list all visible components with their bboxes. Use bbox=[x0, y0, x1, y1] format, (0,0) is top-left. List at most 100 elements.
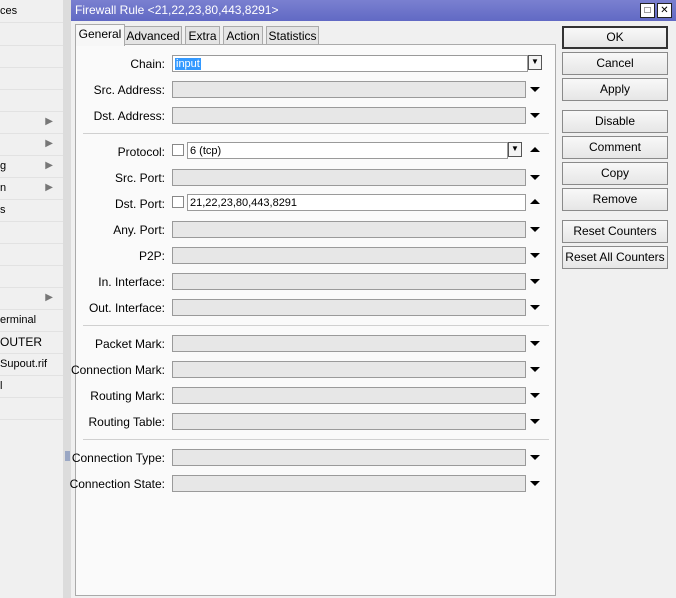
dst-port-label: Dst. Port: bbox=[114, 197, 165, 211]
sidebar-item[interactable] bbox=[0, 221, 63, 244]
protocol-negate-checkbox[interactable] bbox=[172, 144, 184, 156]
title-bar[interactable]: Firewall Rule <21,22,23,80,443,8291> □ ✕ bbox=[71, 0, 676, 21]
expand-down-icon[interactable] bbox=[530, 253, 540, 258]
p2p-field[interactable] bbox=[172, 247, 526, 264]
expand-down-icon[interactable] bbox=[530, 341, 540, 346]
connection-type-field[interactable] bbox=[172, 449, 526, 466]
expand-down-icon[interactable] bbox=[530, 113, 540, 118]
dst-address-field[interactable] bbox=[172, 107, 526, 124]
sidebar-item-label: erminal bbox=[0, 314, 37, 326]
connection-mark-label: Connection Mark: bbox=[70, 363, 165, 377]
reset-all-counters-button[interactable]: Reset All Counters bbox=[562, 246, 668, 269]
expand-down-icon[interactable] bbox=[530, 175, 540, 180]
collapse-up-icon[interactable] bbox=[530, 199, 540, 204]
sidebar-item[interactable] bbox=[0, 45, 63, 68]
sidebar-item[interactable] bbox=[0, 243, 63, 266]
in-interface-field[interactable] bbox=[172, 273, 526, 290]
tab-general[interactable]: General bbox=[75, 24, 125, 46]
maximize-icon[interactable]: □ bbox=[640, 3, 655, 18]
connection-type-label: Connection Type: bbox=[71, 451, 165, 465]
expand-down-icon[interactable] bbox=[530, 419, 540, 424]
sidebar-item[interactable]: ces bbox=[0, 0, 63, 23]
chain-dropdown-button[interactable]: ▼ bbox=[528, 55, 542, 70]
tab-statistics[interactable]: Statistics bbox=[266, 26, 319, 45]
routing-mark-field[interactable] bbox=[172, 387, 526, 404]
expand-down-icon[interactable] bbox=[530, 455, 540, 460]
tab-advanced[interactable]: Advanced bbox=[124, 26, 182, 45]
sidebar-item-label: ces bbox=[0, 5, 18, 17]
sidebar-item[interactable]: Supout.rif bbox=[0, 353, 63, 376]
submenu-arrow-icon: ▶ bbox=[45, 160, 53, 171]
apply-button[interactable]: Apply bbox=[562, 78, 668, 101]
src-address-label: Src. Address: bbox=[93, 83, 165, 97]
sidebar-item-label: g bbox=[0, 160, 7, 172]
expand-down-icon[interactable] bbox=[530, 481, 540, 486]
dst-port-field[interactable]: 21,22,23,80,443,8291 bbox=[187, 194, 526, 211]
window-title: Firewall Rule <21,22,23,80,443,8291> bbox=[75, 3, 279, 17]
chain-field[interactable]: input bbox=[172, 55, 528, 72]
out-interface-label: Out. Interface: bbox=[88, 301, 165, 315]
divider bbox=[83, 133, 549, 134]
submenu-arrow-icon: ▶ bbox=[45, 292, 53, 303]
reset-counters-button[interactable]: Reset Counters bbox=[562, 220, 668, 243]
close-icon[interactable]: ✕ bbox=[657, 3, 672, 18]
expand-down-icon[interactable] bbox=[530, 279, 540, 284]
sidebar-item-label: Supout.rif bbox=[0, 358, 48, 370]
sidebar-item[interactable]: ▶ bbox=[0, 133, 63, 156]
main-menu-sidebar: ces ▶ ▶ g ▶ n ▶ s ▶ erminal OUTER Supout.r… bbox=[0, 0, 64, 598]
dst-address-label: Dst. Address: bbox=[93, 109, 165, 123]
dst-port-negate-checkbox[interactable] bbox=[172, 196, 184, 208]
protocol-dropdown-button[interactable]: ▼ bbox=[508, 142, 522, 157]
remove-button[interactable]: Remove bbox=[562, 188, 668, 211]
sidebar-item[interactable]: OUTER bbox=[0, 331, 63, 354]
sidebar-item-label: n bbox=[0, 182, 7, 194]
dst-port-value: 21,22,23,80,443,8291 bbox=[190, 197, 298, 209]
divider bbox=[83, 325, 549, 326]
src-address-field[interactable] bbox=[172, 81, 526, 98]
sidebar-item[interactable]: l bbox=[0, 375, 63, 398]
tab-extra[interactable]: Extra bbox=[185, 26, 220, 45]
protocol-value: 6 (tcp) bbox=[190, 145, 222, 157]
tab-action[interactable]: Action bbox=[223, 26, 263, 45]
firewall-rule-window: Firewall Rule <21,22,23,80,443,8291> □ ✕… bbox=[70, 0, 676, 598]
packet-mark-label: Packet Mark: bbox=[94, 337, 165, 351]
strip-marker bbox=[65, 451, 70, 461]
submenu-arrow-icon: ▶ bbox=[45, 182, 53, 193]
sidebar-item[interactable]: ▶ bbox=[0, 287, 63, 310]
sidebar-item[interactable]: erminal bbox=[0, 309, 63, 332]
disable-button[interactable]: Disable bbox=[562, 110, 668, 133]
chain-value: input bbox=[175, 58, 201, 70]
copy-button[interactable]: Copy bbox=[562, 162, 668, 185]
sidebar-item[interactable] bbox=[0, 89, 63, 112]
sidebar-item[interactable]: n ▶ bbox=[0, 177, 63, 200]
src-port-field[interactable] bbox=[172, 169, 526, 186]
sidebar-item-label: l bbox=[0, 380, 3, 392]
expand-down-icon[interactable] bbox=[530, 87, 540, 92]
routing-mark-label: Routing Mark: bbox=[90, 389, 165, 403]
connection-mark-field[interactable] bbox=[172, 361, 526, 378]
sidebar-item[interactable] bbox=[0, 67, 63, 90]
submenu-arrow-icon: ▶ bbox=[45, 138, 53, 149]
sidebar-item[interactable]: ▶ bbox=[0, 111, 63, 134]
packet-mark-field[interactable] bbox=[172, 335, 526, 352]
sidebar-item[interactable] bbox=[0, 265, 63, 288]
ok-button[interactable]: OK bbox=[562, 26, 668, 49]
out-interface-field[interactable] bbox=[172, 299, 526, 316]
expand-down-icon[interactable] bbox=[530, 367, 540, 372]
expand-down-icon[interactable] bbox=[530, 227, 540, 232]
cancel-button[interactable]: Cancel bbox=[562, 52, 668, 75]
expand-down-icon[interactable] bbox=[530, 393, 540, 398]
sidebar-item[interactable] bbox=[0, 397, 63, 420]
comment-button[interactable]: Comment bbox=[562, 136, 668, 159]
connection-state-field[interactable] bbox=[172, 475, 526, 492]
any-port-field[interactable] bbox=[172, 221, 526, 238]
sidebar-item[interactable]: s bbox=[0, 199, 63, 222]
routing-table-field[interactable] bbox=[172, 413, 526, 430]
sidebar-item[interactable]: g ▶ bbox=[0, 155, 63, 178]
collapse-up-icon[interactable] bbox=[530, 147, 540, 152]
sidebar-item[interactable] bbox=[0, 23, 63, 46]
protocol-field[interactable]: 6 (tcp) bbox=[187, 142, 508, 159]
expand-down-icon[interactable] bbox=[530, 305, 540, 310]
src-port-label: Src. Port: bbox=[114, 171, 165, 185]
any-port-label: Any. Port: bbox=[113, 223, 165, 237]
